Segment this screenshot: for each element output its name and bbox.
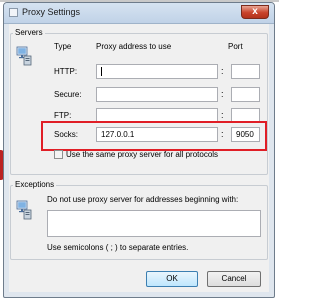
exceptions-group-label: Exceptions xyxy=(13,180,57,189)
window-icon xyxy=(9,8,18,17)
column-header-port: Port xyxy=(228,42,243,51)
http-port-input[interactable] xyxy=(231,64,260,79)
exceptions-textarea[interactable] xyxy=(47,210,261,237)
http-port-separator: : xyxy=(221,66,224,76)
column-header-address: Proxy address to use xyxy=(96,42,172,51)
exceptions-hint: Use semicolons ( ; ) to separate entries… xyxy=(47,243,189,252)
secure-port-input[interactable] xyxy=(231,87,260,102)
secure-label: Secure: xyxy=(54,90,82,99)
computer-network-icon xyxy=(16,200,32,220)
socks-label: Socks: xyxy=(54,130,79,139)
title-bar[interactable]: Proxy Settings x xyxy=(4,3,274,24)
column-header-type: Type xyxy=(54,42,72,51)
ftp-label: FTP: xyxy=(54,111,72,120)
socks-address-input[interactable]: 127.0.0.1 xyxy=(96,127,218,142)
socks-port-input[interactable]: 9050 xyxy=(231,127,260,142)
dialog-body: Servers Type Proxy address to use Port H… xyxy=(9,24,269,292)
same-proxy-label[interactable]: Use the same proxy server for all protoc… xyxy=(66,150,218,159)
computer-network-icon xyxy=(16,46,32,66)
proxy-settings-dialog: Proxy Settings x Servers Type Proxy addr… xyxy=(3,2,275,298)
same-proxy-checkbox[interactable] xyxy=(54,150,63,159)
servers-group-label: Servers xyxy=(13,28,45,37)
text-caret xyxy=(101,67,102,76)
http-label: HTTP: xyxy=(54,67,78,76)
exceptions-description: Do not use proxy server for addresses be… xyxy=(47,195,239,204)
ftp-port-separator: : xyxy=(221,110,224,120)
cancel-button[interactable]: Cancel xyxy=(207,271,261,287)
http-address-input[interactable] xyxy=(96,64,218,79)
secure-port-separator: : xyxy=(221,89,224,99)
ok-button[interactable]: OK xyxy=(146,271,198,287)
window-title: Proxy Settings xyxy=(22,7,81,17)
secure-address-input[interactable] xyxy=(96,87,218,102)
close-button[interactable]: x xyxy=(241,5,269,19)
socks-port-separator: : xyxy=(221,129,224,139)
